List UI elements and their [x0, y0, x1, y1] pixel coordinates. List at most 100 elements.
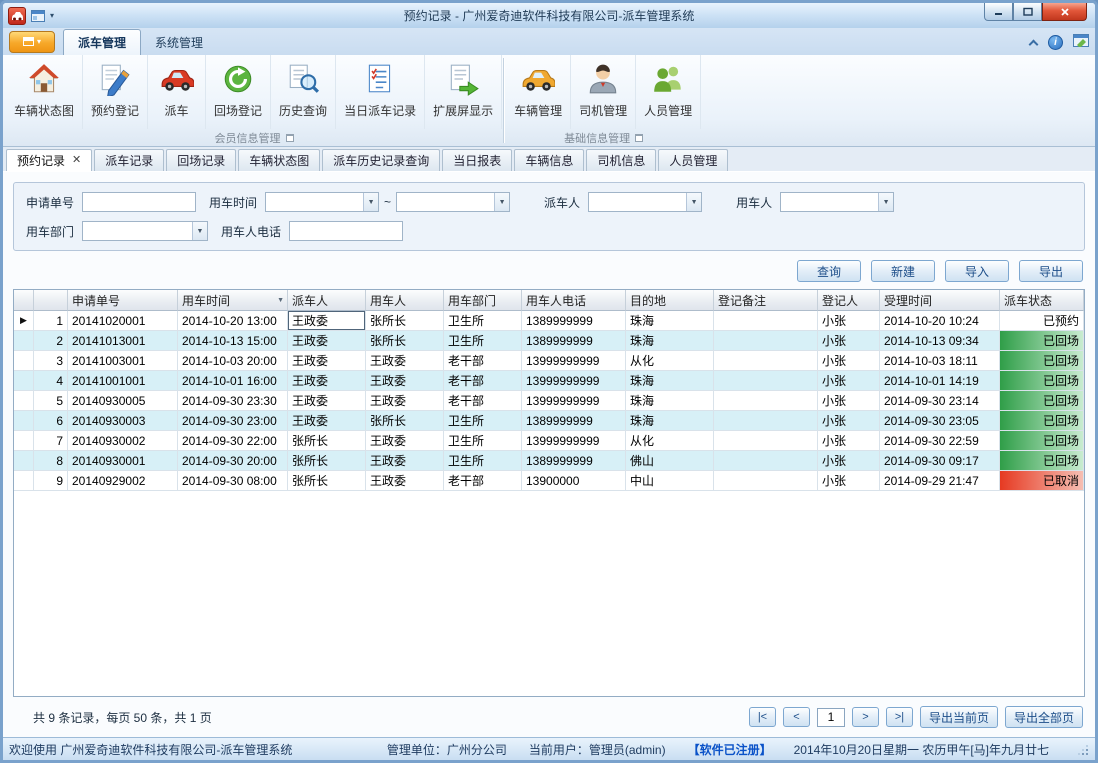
- grid-cell[interactable]: 20141001001: [68, 371, 178, 391]
- grid-cell[interactable]: 卫生所: [444, 331, 522, 351]
- grid-cell[interactable]: 小张: [818, 471, 880, 491]
- grid-cell[interactable]: 王政委: [288, 351, 366, 371]
- grid-cell[interactable]: 珠海: [626, 331, 714, 351]
- grid-cell[interactable]: [714, 371, 818, 391]
- export-current-page-button[interactable]: 导出当前页: [920, 706, 998, 728]
- grid-cell[interactable]: 20141020001: [68, 311, 178, 331]
- grid-cell[interactable]: 张所长: [288, 451, 366, 471]
- grid-cell[interactable]: 小张: [818, 311, 880, 331]
- dialog-launcher-icon[interactable]: [286, 134, 294, 142]
- grid-cell[interactable]: 珠海: [626, 371, 714, 391]
- grid-cell[interactable]: 13999999999: [522, 351, 626, 371]
- column-header[interactable]: 申请单号: [68, 290, 178, 311]
- grid-cell[interactable]: 2014-09-30 23:00: [178, 411, 288, 431]
- grid-cell[interactable]: 珠海: [626, 391, 714, 411]
- grid-cell[interactable]: 王政委: [366, 391, 444, 411]
- chevron-down-icon[interactable]: ▼: [363, 193, 378, 211]
- grid-cell[interactable]: 20140930005: [68, 391, 178, 411]
- query-button[interactable]: 查询: [797, 260, 861, 282]
- grid-cell[interactable]: 中山: [626, 471, 714, 491]
- grid-cell[interactable]: 卫生所: [444, 451, 522, 471]
- grid-cell[interactable]: 佛山: [626, 451, 714, 471]
- table-row[interactable]: 6201409300032014-09-30 23:00王政委张所长卫生所138…: [14, 411, 1084, 431]
- layout-icon[interactable]: [30, 8, 46, 24]
- maximize-button[interactable]: [1013, 3, 1042, 21]
- new-button[interactable]: 新建: [871, 260, 935, 282]
- grid-cell[interactable]: 13999999999: [522, 391, 626, 411]
- grid-cell[interactable]: 小张: [818, 431, 880, 451]
- column-header[interactable]: 用车时间▼: [178, 290, 288, 311]
- grid-cell[interactable]: 2014-09-30 20:00: [178, 451, 288, 471]
- grid-cell[interactable]: [714, 431, 818, 451]
- grid-cell[interactable]: 1389999999: [522, 311, 626, 331]
- grid-cell[interactable]: 2014-09-30 22:00: [178, 431, 288, 451]
- records-grid[interactable]: 申请单号用车时间▼派车人用车人用车部门用车人电话目的地登记备注登记人受理时间派车…: [14, 290, 1084, 491]
- grid-cell[interactable]: 2014-09-30 08:00: [178, 471, 288, 491]
- row-selector[interactable]: [14, 471, 34, 491]
- grid-cell[interactable]: [714, 411, 818, 431]
- tab-vehicle-status-chart[interactable]: 车辆状态图: [238, 149, 320, 171]
- grid-cell[interactable]: 2014-10-20 13:00: [178, 311, 288, 331]
- chevron-down-icon[interactable]: ▼: [494, 193, 509, 211]
- grid-cell[interactable]: 王政委: [288, 391, 366, 411]
- tab-daily-report[interactable]: 当日报表: [442, 149, 512, 171]
- info-icon[interactable]: [1048, 35, 1063, 50]
- application-menu-button[interactable]: ▾: [9, 31, 55, 53]
- table-row[interactable]: 5201409300052014-09-30 23:30王政委王政委老干部139…: [14, 391, 1084, 411]
- ribbon-tab-dispatch-management[interactable]: 派车管理: [63, 29, 141, 55]
- grid-cell[interactable]: 老干部: [444, 371, 522, 391]
- resize-grip[interactable]: [1075, 742, 1089, 756]
- grid-cell[interactable]: 王政委: [366, 431, 444, 451]
- next-page-button[interactable]: >: [852, 707, 879, 727]
- tab-vehicle-info[interactable]: 车辆信息: [514, 149, 584, 171]
- grid-cell[interactable]: 2014-10-13 15:00: [178, 331, 288, 351]
- column-header[interactable]: 目的地: [626, 290, 714, 311]
- grid-cell[interactable]: 20141003001: [68, 351, 178, 371]
- collapse-ribbon-icon[interactable]: [1028, 38, 1038, 46]
- grid-cell[interactable]: 珠海: [626, 411, 714, 431]
- grid-cell[interactable]: 卫生所: [444, 311, 522, 331]
- first-page-button[interactable]: |<: [749, 707, 776, 727]
- table-row[interactable]: 7201409300022014-09-30 22:00张所长王政委卫生所139…: [14, 431, 1084, 451]
- dialog-launcher-icon[interactable]: [635, 134, 643, 142]
- dispatch-status-cell[interactable]: 已回场: [1000, 451, 1084, 471]
- chevron-down-icon[interactable]: ▼: [192, 222, 207, 240]
- grid-cell[interactable]: 张所长: [366, 331, 444, 351]
- grid-cell[interactable]: 2014-10-20 10:24: [880, 311, 1000, 331]
- grid-cell[interactable]: 小张: [818, 371, 880, 391]
- column-header[interactable]: 登记人: [818, 290, 880, 311]
- import-button[interactable]: 导入: [945, 260, 1009, 282]
- grid-cell[interactable]: 2014-10-01 16:00: [178, 371, 288, 391]
- tab-dispatch-history-query[interactable]: 派车历史记录查询: [322, 149, 440, 171]
- grid-cell[interactable]: 卫生所: [444, 431, 522, 451]
- grid-cell[interactable]: 老干部: [444, 351, 522, 371]
- grid-cell[interactable]: 20141013001: [68, 331, 178, 351]
- grid-cell[interactable]: 王政委: [366, 471, 444, 491]
- table-row[interactable]: 4201410010012014-10-01 16:00王政委王政委老干部139…: [14, 371, 1084, 391]
- grid-cell[interactable]: [714, 311, 818, 331]
- grid-cell[interactable]: 20140930003: [68, 411, 178, 431]
- grid-cell[interactable]: [714, 391, 818, 411]
- grid-cell[interactable]: 从化: [626, 431, 714, 451]
- return-register-button[interactable]: 回场登记: [206, 55, 271, 129]
- tab-driver-info[interactable]: 司机信息: [586, 149, 656, 171]
- dispatch-status-cell[interactable]: 已回场: [1000, 391, 1084, 411]
- car-user-select[interactable]: ▼: [780, 192, 894, 212]
- request-no-input[interactable]: [82, 192, 196, 212]
- vehicle-manage-button[interactable]: 车辆管理: [506, 55, 571, 129]
- app-logo-icon[interactable]: [8, 7, 26, 25]
- department-select[interactable]: ▼: [82, 221, 208, 241]
- grid-cell[interactable]: 13999999999: [522, 431, 626, 451]
- grid-cell[interactable]: 2014-10-03 18:11: [880, 351, 1000, 371]
- grid-cell[interactable]: 王政委: [288, 411, 366, 431]
- close-button[interactable]: [1042, 3, 1087, 21]
- grid-cell[interactable]: 1389999999: [522, 451, 626, 471]
- records-grid-container[interactable]: 申请单号用车时间▼派车人用车人用车部门用车人电话目的地登记备注登记人受理时间派车…: [13, 289, 1085, 697]
- grid-cell[interactable]: 张所长: [288, 431, 366, 451]
- table-row[interactable]: 9201409290022014-09-30 08:00张所长王政委老干部139…: [14, 471, 1084, 491]
- grid-cell[interactable]: [714, 451, 818, 471]
- export-all-pages-button[interactable]: 导出全部页: [1005, 706, 1083, 728]
- phone-input[interactable]: [289, 221, 403, 241]
- grid-cell[interactable]: 20140930001: [68, 451, 178, 471]
- grid-cell[interactable]: [714, 471, 818, 491]
